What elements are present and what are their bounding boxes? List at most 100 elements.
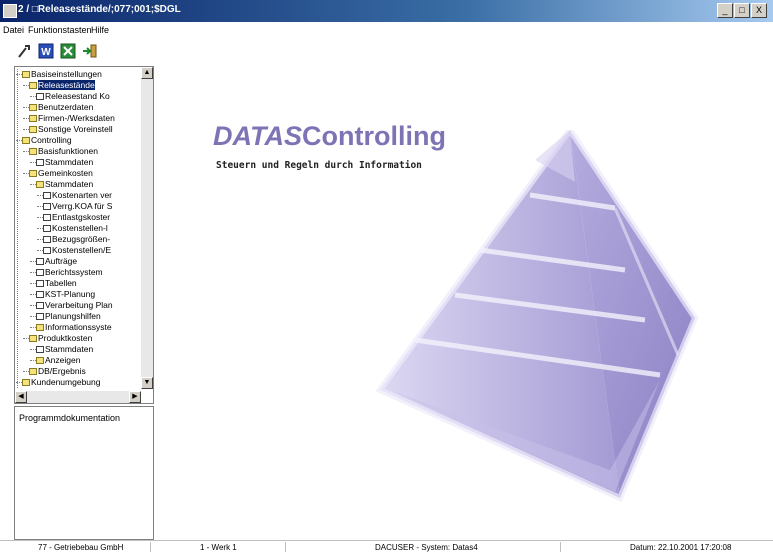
tree-node[interactable]: Planungshilfen bbox=[36, 311, 101, 321]
tree-node[interactable]: Bezugsgrößen- bbox=[43, 234, 110, 244]
navigation-tree[interactable]: Basiseinstellungen Releasestände Releasest… bbox=[16, 69, 142, 389]
tree-node[interactable]: DB/Ergebnis bbox=[29, 366, 86, 376]
status-bar: 77 - Getriebebau GmbH 1 - Werk 1 DACUSER… bbox=[0, 540, 773, 553]
status-plant: 1 - Werk 1 bbox=[200, 543, 237, 552]
folder-icon bbox=[29, 170, 37, 177]
scroll-right-icon[interactable]: ▶ bbox=[129, 391, 141, 403]
tree-node-label: Releasestände bbox=[38, 80, 95, 90]
close-button[interactable]: X bbox=[751, 3, 767, 18]
tree-node-label: Basiseinstellungen bbox=[31, 69, 102, 79]
tree-node[interactable]: Stammdaten bbox=[36, 157, 93, 167]
tree-horizontal-scrollbar[interactable]: ◀ ▶ bbox=[15, 391, 141, 403]
status-user: DACUSER - System: Datas4 bbox=[375, 543, 478, 552]
document-icon bbox=[43, 203, 51, 210]
navigation-tree-panel: Basiseinstellungen Releasestände Releasest… bbox=[14, 66, 154, 404]
tree-node-label: Verarbeitung Plan bbox=[45, 300, 113, 310]
tree-node[interactable]: Produktkosten bbox=[29, 333, 92, 343]
folder-icon bbox=[29, 104, 37, 111]
tree-node[interactable]: Basiseinstellungen bbox=[22, 69, 102, 79]
document-icon bbox=[36, 93, 44, 100]
exit-icon[interactable] bbox=[80, 41, 100, 61]
title-bar: 2 / □Releasestände/;077;001;$DGL _ □ X bbox=[0, 0, 773, 22]
window-title: 2 / □Releasestände/;077;001;$DGL bbox=[18, 4, 181, 15]
tree-node-label: Tabellen bbox=[45, 278, 77, 288]
tree-node[interactable]: Kostenstellen/E bbox=[43, 245, 111, 255]
svg-text:W: W bbox=[41, 47, 51, 58]
menu-bar: Datei Funktionstasten Hilfe bbox=[0, 22, 773, 39]
tree-node[interactable]: Informationssyste bbox=[36, 322, 112, 332]
pyramid-graphic bbox=[360, 124, 710, 512]
scroll-down-icon[interactable]: ▼ bbox=[141, 377, 153, 389]
word-icon[interactable]: W bbox=[36, 41, 56, 61]
document-icon bbox=[43, 214, 51, 221]
tree-node[interactable]: Controlling bbox=[22, 135, 72, 145]
documentation-label: Programmdokumentation bbox=[19, 413, 121, 423]
documentation-panel[interactable]: Programmdokumentation bbox=[14, 406, 154, 540]
scroll-left-icon[interactable]: ◀ bbox=[15, 391, 27, 403]
folder-icon bbox=[36, 181, 44, 188]
document-icon bbox=[36, 280, 44, 287]
tree-node[interactable]: Entlastgskoster bbox=[43, 212, 110, 222]
tree-node-label: Stammdaten bbox=[45, 157, 94, 167]
tree-node[interactable]: Releasestände bbox=[29, 80, 95, 90]
folder-icon bbox=[29, 368, 37, 375]
minimize-button[interactable]: _ bbox=[717, 3, 733, 18]
tree-node[interactable]: Kundenumgebung bbox=[22, 377, 100, 387]
tree-node-label: Basisfunktionen bbox=[38, 146, 99, 156]
tree-node-label: Aufträge bbox=[45, 256, 78, 266]
menu-funktionstasten[interactable]: Funktionstasten bbox=[28, 25, 92, 35]
tree-node-label: DB/Ergebnis bbox=[38, 366, 86, 376]
tree-node-label: Gemeinkosten bbox=[38, 168, 93, 178]
tree-node[interactable]: Stammdaten bbox=[36, 179, 93, 189]
folder-icon bbox=[36, 357, 44, 364]
tree-node[interactable]: Aufträge bbox=[36, 256, 77, 266]
folder-icon bbox=[36, 324, 44, 331]
document-icon bbox=[36, 269, 44, 276]
tree-node-label: Releasestand Ko bbox=[45, 91, 110, 101]
document-icon bbox=[43, 236, 51, 243]
wrench-icon[interactable] bbox=[14, 41, 34, 61]
tree-node-label: Kostenarten ver bbox=[52, 190, 113, 200]
tree-node[interactable]: Stammdaten bbox=[36, 344, 93, 354]
excel-icon[interactable] bbox=[58, 41, 78, 61]
folder-icon bbox=[29, 335, 37, 342]
tree-node[interactable]: Kostenarten ver bbox=[43, 190, 112, 200]
document-icon bbox=[36, 346, 44, 353]
tree-node[interactable]: Basisfunktionen bbox=[29, 146, 98, 156]
folder-icon bbox=[22, 71, 30, 78]
tree-node-label: Kostenstellen/E bbox=[52, 245, 112, 255]
tree-node-label: Controlling bbox=[31, 135, 72, 145]
tree-node-label: Entlastgskoster bbox=[52, 212, 111, 222]
tree-node[interactable]: Sonstige Voreinstell bbox=[29, 124, 113, 134]
folder-icon bbox=[29, 126, 37, 133]
tree-node-label: Stammdaten bbox=[45, 344, 94, 354]
tree-node-label: Kostenstellen-l bbox=[52, 223, 108, 233]
tree-node[interactable]: Benutzerdaten bbox=[29, 102, 93, 112]
tree-node-label: Berichtssystem bbox=[45, 267, 103, 277]
scroll-up-icon[interactable]: ▲ bbox=[141, 67, 153, 79]
document-icon bbox=[43, 192, 51, 199]
menu-hilfe[interactable]: Hilfe bbox=[91, 25, 109, 35]
tree-node-label: Kundenumgebung bbox=[31, 377, 101, 387]
tree-node[interactable]: Tabellen bbox=[36, 278, 77, 288]
tree-node-label: Sonstige Voreinstell bbox=[38, 124, 113, 134]
tree-node[interactable]: Kostenstellen-l bbox=[43, 223, 108, 233]
app-icon[interactable] bbox=[3, 4, 17, 18]
tree-node-label: Stammdaten bbox=[45, 179, 94, 189]
document-icon bbox=[36, 313, 44, 320]
menu-datei[interactable]: Datei bbox=[3, 25, 24, 35]
tree-node-label: Planungshilfen bbox=[45, 311, 101, 321]
tree-node[interactable]: Firmen-/Werksdaten bbox=[29, 113, 115, 123]
tree-node-label: Bezugsgrößen- bbox=[52, 234, 111, 244]
tree-vertical-scrollbar[interactable]: ▲ ▼ bbox=[141, 67, 153, 389]
tree-node[interactable]: Gemeinkosten bbox=[29, 168, 93, 178]
tree-node[interactable]: Releasestand Ko bbox=[36, 91, 110, 101]
tree-node[interactable]: Verarbeitung Plan bbox=[36, 300, 113, 310]
tree-node-label: Produktkosten bbox=[38, 333, 93, 343]
tree-node[interactable]: Verrg.KOA für S bbox=[43, 201, 112, 211]
folder-icon bbox=[22, 137, 30, 144]
tree-node[interactable]: KST-Planung bbox=[36, 289, 95, 299]
tree-node[interactable]: Berichtssystem bbox=[36, 267, 103, 277]
tree-node[interactable]: Anzeigen bbox=[36, 355, 80, 365]
maximize-button[interactable]: □ bbox=[734, 3, 750, 18]
